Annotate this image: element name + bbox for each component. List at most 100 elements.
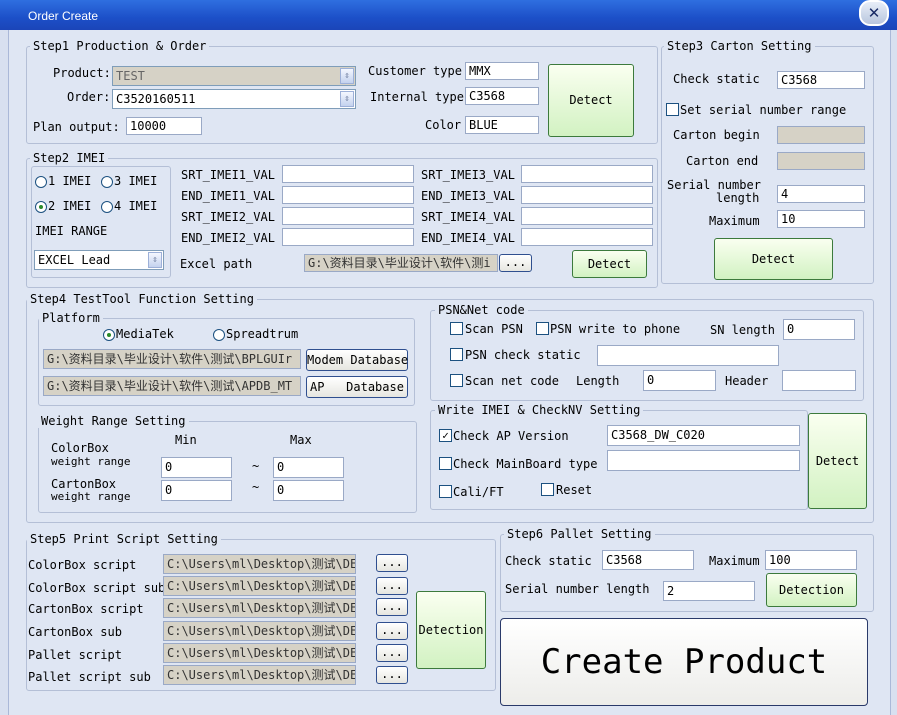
step5-detection-button[interactable]: Detection <box>416 591 486 669</box>
script-path[interactable]: C:\Users\ml\Desktop\测试\DE <box>163 576 356 596</box>
script-browse-button[interactable]: ... <box>376 666 408 684</box>
set-serial-range-checkbox[interactable] <box>666 103 679 116</box>
step3-check-static-label: Check static <box>673 72 760 86</box>
imei-4-radio[interactable] <box>101 201 113 213</box>
check-mainboard-checkbox[interactable] <box>439 457 452 470</box>
mediatek-label: MediaTek <box>116 327 174 341</box>
check-ap-version-input[interactable]: C3568_DW_C020 <box>607 425 800 446</box>
mediatek-radio[interactable] <box>103 329 115 341</box>
step6-check-static-input[interactable]: C3568 <box>602 550 694 570</box>
step6-maximum-label: Maximum <box>709 554 760 568</box>
psn-check-static-label: PSN check static <box>465 348 581 362</box>
chevron-down-icon[interactable]: ⇳ <box>340 91 354 107</box>
header-input[interactable] <box>782 370 856 391</box>
script-path[interactable]: C:\Users\ml\Desktop\测试\DE <box>163 621 356 641</box>
scan-net-code-checkbox[interactable] <box>450 374 463 387</box>
psn-write-checkbox[interactable] <box>536 322 549 335</box>
srt-imei2-input[interactable] <box>282 207 414 225</box>
reset-checkbox[interactable] <box>541 483 554 496</box>
srt-imei3-input[interactable] <box>521 165 653 183</box>
psn-check-static-input[interactable] <box>597 345 779 366</box>
step6-serial-length-input[interactable]: 2 <box>663 581 755 601</box>
carton-end-input[interactable] <box>777 152 865 170</box>
spreadtrum-radio[interactable] <box>213 329 225 341</box>
product-value: TEST <box>116 69 145 83</box>
weight-range-title: Weight Range Setting <box>38 414 189 428</box>
customer-type-input[interactable]: MMX <box>465 62 539 80</box>
end-imei3-input[interactable] <box>521 186 653 204</box>
check-ap-version-checkbox[interactable]: ✓ <box>439 429 452 442</box>
ap-database-path[interactable]: G:\资料目录\毕业设计\软件\测试\APDB_MT <box>43 376 301 396</box>
scan-psn-checkbox[interactable] <box>450 322 463 335</box>
script-browse-button[interactable]: ... <box>376 622 408 640</box>
colorbox-min-input[interactable]: 0 <box>161 457 232 478</box>
imei-3-radio[interactable] <box>101 176 113 188</box>
cartonbox-min-input[interactable]: 0 <box>161 480 232 501</box>
colorbox-max-input[interactable]: 0 <box>273 457 344 478</box>
color-label: Color <box>425 118 462 132</box>
check-mainboard-input[interactable] <box>607 450 800 471</box>
net-length-input[interactable]: 0 <box>643 370 716 391</box>
colorbox-tilde: ~ <box>252 459 260 473</box>
step1-detect-button[interactable]: Detect <box>548 64 634 137</box>
step3-detect-button[interactable]: Detect <box>714 238 833 280</box>
script-path[interactable]: C:\Users\ml\Desktop\测试\DE <box>163 598 356 618</box>
srt-imei4-input[interactable] <box>521 207 653 225</box>
script-path[interactable]: C:\Users\ml\Desktop\测试\DE <box>163 665 356 685</box>
step2-detect-button[interactable]: Detect <box>572 250 647 278</box>
psn-check-static-checkbox[interactable] <box>450 348 463 361</box>
sn-length-label: SN length <box>710 323 776 337</box>
step6-maximum-input[interactable]: 100 <box>765 550 857 570</box>
colorbox-weight-label-2: weight range <box>51 455 131 468</box>
product-combo[interactable]: TEST ⇳ <box>112 66 356 86</box>
cartonbox-weight-label-2: weight range <box>51 490 131 503</box>
color-input[interactable]: BLUE <box>465 116 539 134</box>
chevron-down-icon[interactable]: ⇳ <box>340 68 354 84</box>
imei-2-radio[interactable] <box>35 201 47 213</box>
check-ap-version-label: Check AP Version <box>453 429 569 443</box>
chevron-down-icon[interactable]: ⇳ <box>148 252 162 268</box>
internal-type-input[interactable]: C3568 <box>465 87 539 105</box>
create-product-button[interactable]: Create Product <box>500 618 868 706</box>
write-imei-title: Write IMEI & CheckNV Setting <box>435 403 644 417</box>
serial-length-input[interactable]: 4 <box>777 185 865 203</box>
srt-imei2-label: SRT_IMEI2_VAL <box>181 210 275 224</box>
step3-check-static-input[interactable]: C3568 <box>777 71 865 89</box>
set-serial-range-label: Set serial number range <box>680 103 847 117</box>
cali-ft-checkbox[interactable] <box>439 485 452 498</box>
imei-1-radio[interactable] <box>35 176 47 188</box>
script-browse-button[interactable]: ... <box>376 598 408 616</box>
script-browse-button[interactable]: ... <box>376 644 408 662</box>
imei-range-value: EXCEL Lead <box>38 253 111 267</box>
imei-4-label: 4 IMEI <box>114 199 158 213</box>
modem-database-button[interactable]: Modem Database <box>306 349 408 371</box>
script-browse-button[interactable]: ... <box>376 577 408 595</box>
sn-length-input[interactable]: 0 <box>783 319 855 340</box>
customer-type-label: Customer type <box>368 64 462 78</box>
excel-path-input[interactable]: G:\资料目录\毕业设计\软件\测i <box>304 254 498 272</box>
carton-begin-label: Carton begin <box>673 128 760 142</box>
plan-output-input[interactable]: 10000 <box>126 117 202 135</box>
write-imei-detect-button[interactable]: Detect <box>808 413 867 509</box>
order-combo[interactable]: C3520160511 ⇳ <box>112 89 356 109</box>
product-label: Product: <box>53 66 111 80</box>
cartonbox-max-input[interactable]: 0 <box>273 480 344 501</box>
end-imei1-input[interactable] <box>282 186 414 204</box>
excel-browse-button[interactable]: ... <box>499 254 532 272</box>
script-browse-button[interactable]: ... <box>376 554 408 572</box>
step6-check-static-label: Check static <box>505 554 592 568</box>
end-imei1-label: END_IMEI1_VAL <box>181 189 275 203</box>
step6-detection-button[interactable]: Detection <box>766 573 857 607</box>
script-path[interactable]: C:\Users\ml\Desktop\测试\DE <box>163 554 356 574</box>
script-path[interactable]: C:\Users\ml\Desktop\测试\DE <box>163 643 356 663</box>
carton-begin-input[interactable] <box>777 126 865 144</box>
modem-database-path[interactable]: G:\资料目录\毕业设计\软件\测试\BPLGUIr <box>43 349 301 369</box>
srt-imei1-input[interactable] <box>282 165 414 183</box>
close-icon[interactable]: ✕ <box>859 0 889 26</box>
ap-database-button[interactable]: AP Database <box>306 376 408 398</box>
title-bar <box>0 0 897 30</box>
step3-maximum-input[interactable]: 10 <box>777 210 865 228</box>
end-imei2-input[interactable] <box>282 228 414 246</box>
end-imei4-input[interactable] <box>521 228 653 246</box>
imei-range-combo[interactable]: EXCEL Lead ⇳ <box>34 250 164 270</box>
